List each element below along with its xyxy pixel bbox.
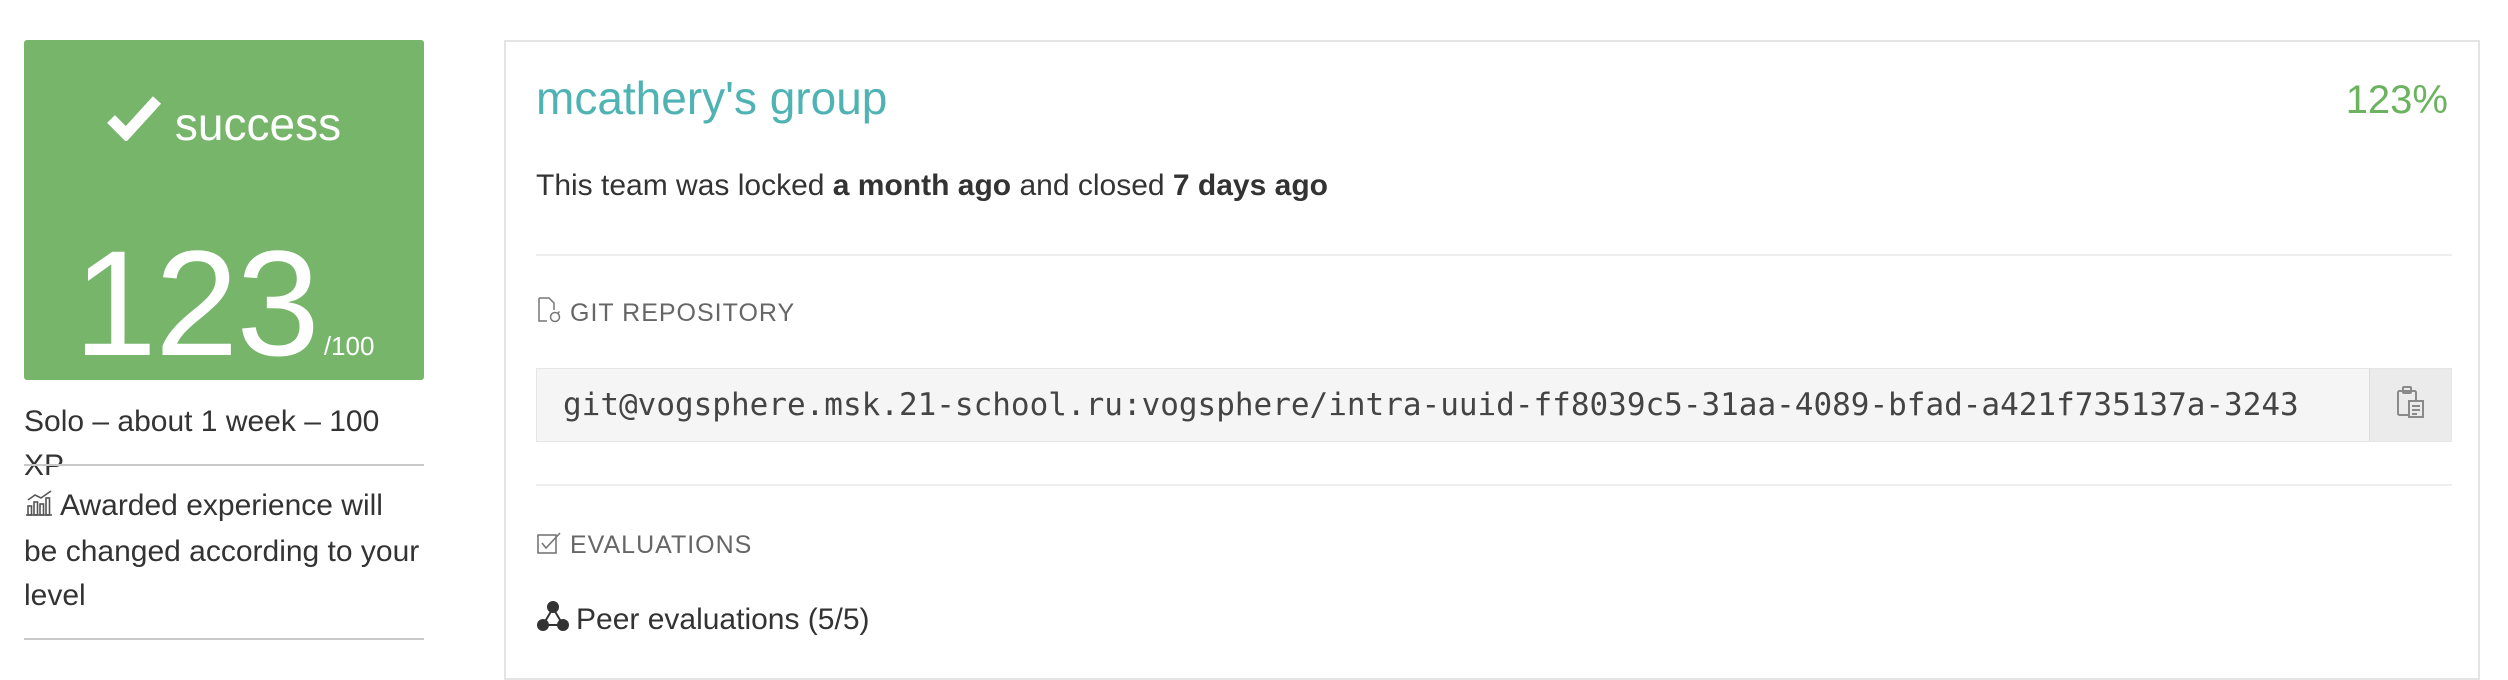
peer-evaluations-label[interactable]: Peer evaluations (5/5) [576, 603, 870, 636]
lock-info-prefix: This team was locked [536, 169, 833, 202]
awarded-text: Awarded experience will be changed accor… [24, 489, 420, 612]
final-mark-percent: 123% [2345, 78, 2448, 122]
check-icon [107, 93, 161, 155]
copy-repo-button[interactable] [2369, 369, 2451, 441]
score-value: 123 [73, 219, 320, 387]
lock-info: This team was locked a month ago and clo… [536, 164, 1328, 208]
score: 123/100 [24, 228, 424, 378]
checkbox-icon [536, 530, 562, 565]
evaluations-heading: EVALUATIONS [536, 528, 752, 565]
lock-info-middle: and closed [1011, 169, 1173, 202]
clipboard-icon [2394, 385, 2428, 426]
closed-when: 7 days ago [1172, 169, 1328, 202]
git-repository-label: GIT REPOSITORY [570, 299, 796, 327]
awarded-note: Awarded experience will be changed accor… [24, 484, 424, 618]
divider [24, 464, 424, 466]
status-card: success 123/100 [24, 40, 424, 380]
status-row: success [24, 90, 424, 155]
divider [24, 638, 424, 640]
peer-evaluations: Peer evaluations (5/5) [536, 598, 870, 646]
project-summary: Solo – about 1 week – 100 XP [24, 405, 380, 482]
chart-icon [24, 486, 54, 530]
people-group-icon [536, 599, 570, 646]
team-panel: mcathery's group 123% This team was lock… [504, 40, 2480, 680]
status-label: success [174, 97, 342, 150]
separator [536, 484, 2452, 486]
separator [536, 254, 2452, 256]
git-file-icon [536, 296, 562, 333]
evaluations-label: EVALUATIONS [570, 531, 753, 559]
group-title[interactable]: mcathery's group [536, 68, 887, 128]
score-max: /100 [323, 331, 375, 361]
repo-url-box [536, 368, 2452, 442]
repo-url-field[interactable] [537, 369, 2371, 441]
locked-when: a month ago [832, 169, 1012, 202]
git-repository-heading: GIT REPOSITORY [536, 296, 795, 333]
